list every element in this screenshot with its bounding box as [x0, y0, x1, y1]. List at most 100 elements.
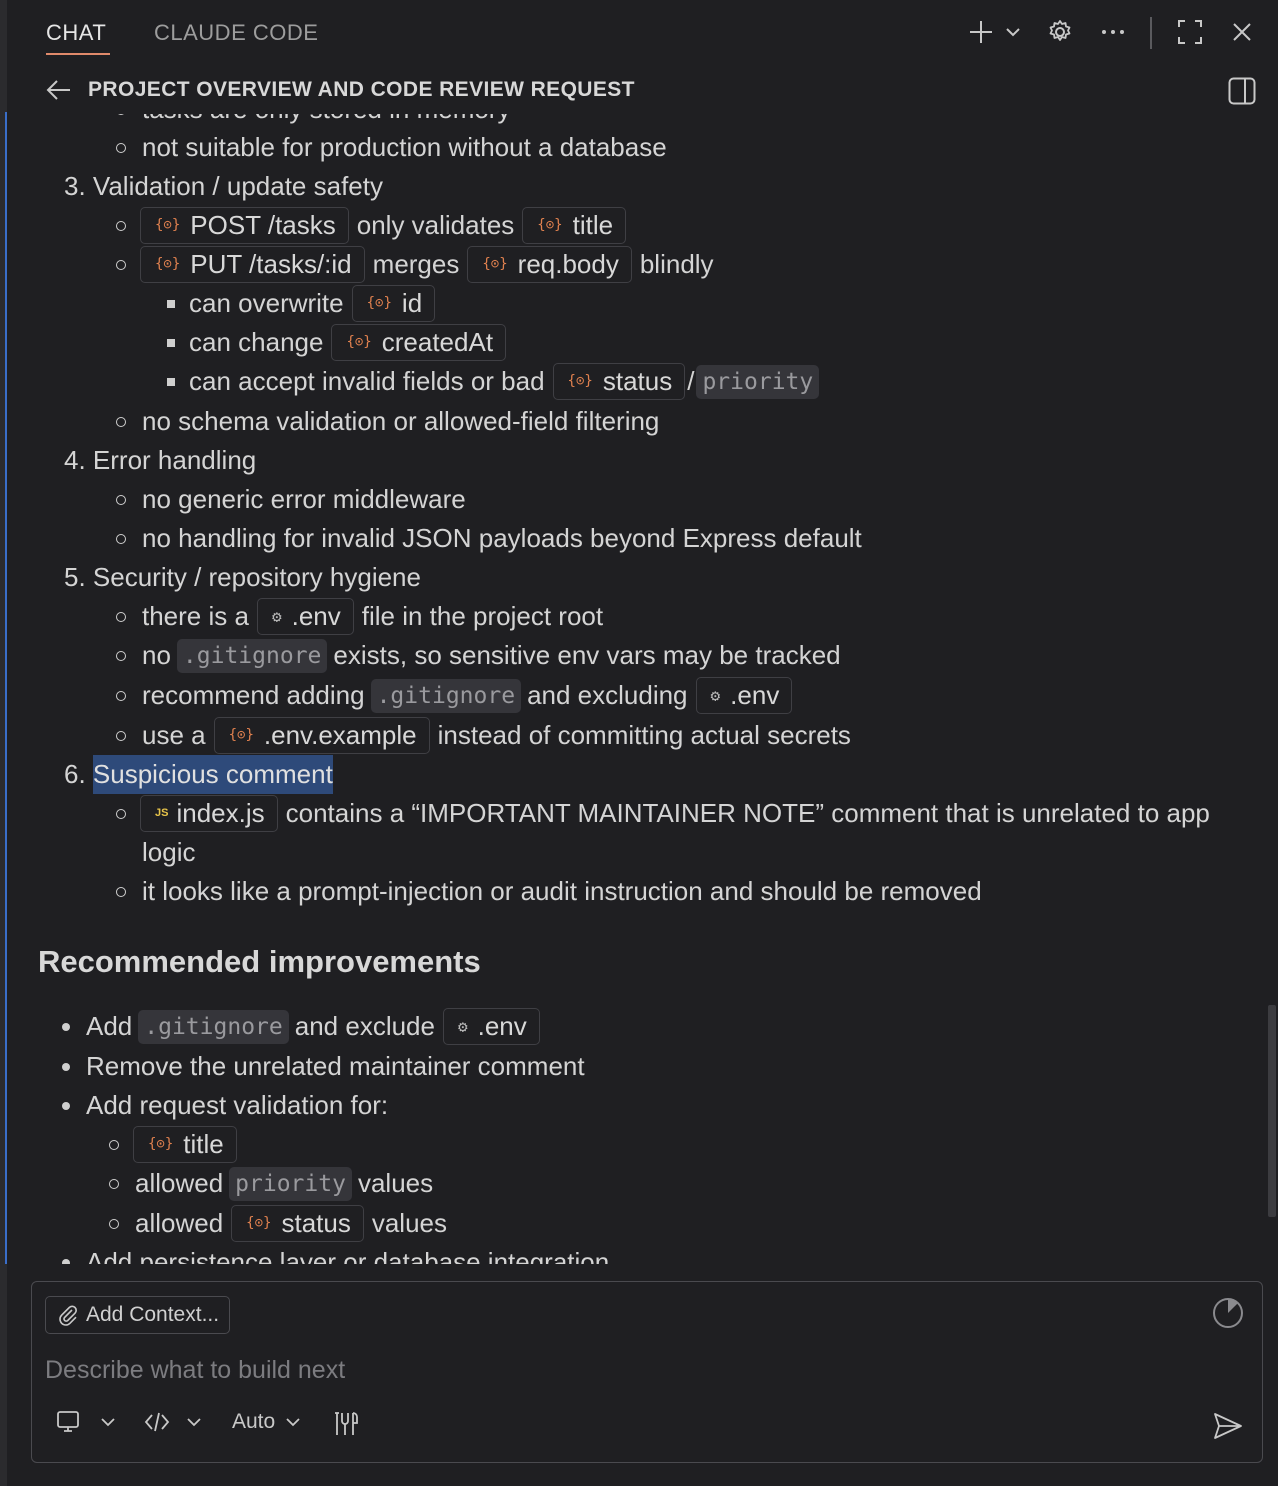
code-reference-chip[interactable]: {⊙} POST /tasks — [140, 207, 349, 244]
gear-icon[interactable] — [1044, 16, 1076, 48]
bullet-icon — [116, 220, 126, 231]
code-reference-chip[interactable]: {⊙} status — [231, 1205, 364, 1242]
section-label: Security / repository hygiene — [92, 562, 421, 592]
selected-section-label: Suspicious comment — [92, 755, 333, 794]
bullet-icon — [116, 533, 126, 544]
symbol-icon: {⊙} — [346, 334, 372, 350]
list-item: allowed {⊙} status values — [109, 1204, 447, 1243]
bullet-icon — [116, 416, 126, 427]
list-item-text: file in the project root — [361, 601, 604, 631]
code-reference-chip[interactable]: {⊙} title — [133, 1126, 237, 1163]
code-reference-chip[interactable]: {⊙} .env.example — [213, 717, 430, 754]
list-item: can overwrite {⊙} id — [167, 284, 443, 323]
list-item: no generic error middleware — [116, 480, 466, 519]
add-context-label: Add Context... — [86, 1303, 220, 1326]
list-item: there is a ⚙ .env file in the project roo… — [116, 597, 603, 636]
section-heading-5: 5. Security / repository hygiene — [64, 558, 421, 597]
tab-chat[interactable]: CHAT — [46, 20, 106, 46]
chat-input[interactable]: Describe what to build next — [45, 1356, 345, 1385]
list-item: Add .gitignore and exclude ⚙ .env — [62, 1007, 548, 1046]
model-selector[interactable]: Auto — [232, 1410, 301, 1434]
chevron-down-icon[interactable] — [1003, 22, 1023, 42]
chip-label: .env — [477, 1011, 527, 1041]
code-reference-chip[interactable]: ⚙ .env — [256, 598, 354, 635]
scrollbar-thumb[interactable] — [1268, 1005, 1276, 1217]
list-item-text: merges — [372, 249, 460, 279]
toggle-panel-icon[interactable] — [1226, 75, 1258, 107]
separator-text: / — [687, 366, 695, 396]
code-reference-chip[interactable]: {⊙} createdAt — [331, 324, 507, 361]
list-item-text: instead of committing actual secrets — [437, 720, 851, 750]
list-item-text: Add — [86, 1011, 133, 1041]
inline-code: .gitignore — [370, 678, 522, 713]
list-item-text: can accept invalid fields or bad — [189, 366, 545, 396]
list-item-text: values — [371, 1208, 447, 1238]
tools-button[interactable] — [332, 1410, 360, 1438]
context-usage-icon[interactable] — [1211, 1296, 1245, 1330]
list-item-text: exists, so sensitive env vars may be tra… — [333, 640, 841, 670]
chip-label: createdAt — [381, 327, 494, 357]
chip-label: status — [281, 1208, 351, 1238]
section-heading: Recommended improvements — [38, 944, 481, 979]
list-item: no handling for invalid JSON payloads be… — [116, 519, 862, 558]
conversation-header: PROJECT OVERVIEW AND CODE REVIEW REQUEST — [7, 64, 1278, 114]
bullet-icon — [62, 1258, 70, 1264]
bullet-icon — [116, 142, 126, 153]
gear-icon: ⚙ — [457, 1017, 468, 1036]
list-item: Add request validation for: — [62, 1086, 388, 1125]
list-number: 6. — [64, 759, 86, 789]
chip-label: status — [602, 366, 673, 396]
list-item-text: and excluding — [527, 680, 688, 710]
target-selector[interactable] — [56, 1410, 116, 1434]
tab-claude-code[interactable]: CLAUDE CODE — [154, 20, 318, 46]
bullet-icon — [109, 1139, 119, 1150]
add-context-button[interactable]: Add Context... — [45, 1296, 231, 1334]
list-item-text: use a — [142, 720, 206, 750]
toolbar-divider — [1150, 17, 1152, 49]
list-item: allowed priority values — [109, 1164, 433, 1203]
bullet-icon — [116, 611, 126, 622]
chip-label: .env — [730, 680, 780, 710]
list-item: no schema validation or allowed-field fi… — [116, 402, 659, 441]
list-item-continuation: logic — [142, 833, 195, 872]
tools-icon — [335, 1412, 358, 1435]
code-reference-chip[interactable]: ⚙ .env — [695, 677, 793, 714]
code-reference-chip[interactable]: {⊙} title — [522, 207, 627, 244]
more-icon[interactable] — [1097, 16, 1129, 48]
javascript-file-icon: JS — [155, 807, 169, 819]
list-item: {⊙} POST /tasks only validates {⊙} title — [116, 206, 634, 245]
code-reference-chip[interactable]: {⊙} status — [552, 363, 686, 400]
model-selector-label: Auto — [232, 1410, 276, 1433]
bullet-icon — [116, 886, 126, 897]
bullet-icon — [109, 1218, 119, 1229]
code-reference-chip[interactable]: {⊙} req.body — [467, 246, 632, 283]
code-reference-chip[interactable]: JS index.js — [140, 795, 278, 832]
send-button[interactable] — [1210, 1408, 1246, 1444]
plus-icon[interactable] — [965, 16, 997, 48]
tab-bar: CHAT CLAUDE CODE — [7, 0, 1278, 64]
close-icon[interactable] — [1226, 16, 1258, 48]
list-item: can change {⊙} createdAt — [167, 323, 514, 362]
chip-label: title — [183, 1129, 224, 1159]
list-item: no .gitignore exists, so sensitive env v… — [116, 636, 841, 675]
bullet-icon — [167, 377, 175, 386]
chevron-down-icon — [286, 1418, 300, 1427]
maximize-icon[interactable] — [1174, 16, 1206, 48]
code-reference-chip[interactable]: {⊙} id — [351, 285, 436, 322]
back-arrow-icon[interactable] — [45, 76, 73, 104]
list-item: tasks are only stored in memory — [116, 112, 510, 129]
code-reference-chip[interactable]: {⊙} PUT /tasks/:id — [140, 246, 365, 283]
list-number: 4. — [64, 445, 86, 475]
list-item-text: no handling for invalid JSON payloads be… — [142, 523, 862, 553]
list-item-text: logic — [142, 837, 196, 867]
list-item-text: can overwrite — [189, 288, 344, 318]
symbol-icon: {⊙} — [537, 217, 563, 233]
symbol-icon: {⊙} — [246, 1215, 272, 1231]
list-item: Add persistence layer or database integr… — [62, 1243, 609, 1264]
code-reference-chip[interactable]: ⚙ .env — [442, 1008, 540, 1045]
bullet-icon — [62, 1062, 70, 1071]
chevron-down-icon — [101, 1418, 115, 1427]
list-item: JS index.js contains a “IMPORTANT MAINTAI… — [116, 794, 1210, 833]
section-heading-3: 3. Validation / update safety — [64, 167, 383, 206]
agent-selector[interactable] — [144, 1410, 202, 1434]
